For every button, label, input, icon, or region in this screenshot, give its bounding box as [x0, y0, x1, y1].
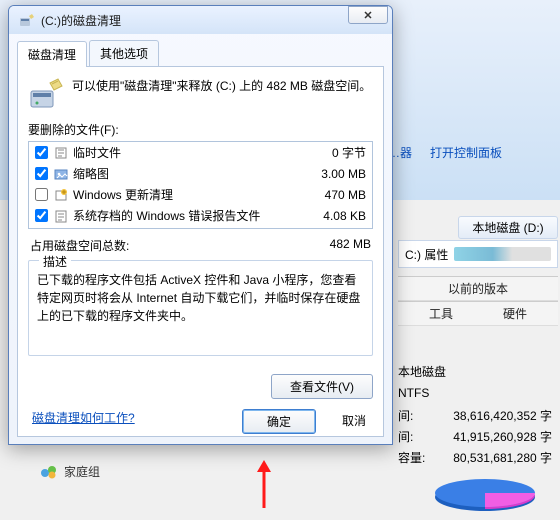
ok-button[interactable]: 确定: [242, 409, 316, 434]
homegroup-icon: [40, 462, 58, 480]
fs-value: NTFS: [390, 383, 560, 403]
view-files-button[interactable]: 查看文件(V): [271, 374, 373, 399]
total-value: 482 MB: [330, 237, 371, 254]
file-type-icon: [54, 188, 68, 202]
help-link[interactable]: 磁盘清理如何工作?: [32, 409, 135, 426]
stat-key: 容量:: [398, 449, 425, 466]
tab-tools[interactable]: 工具: [429, 305, 453, 322]
bg-link-control-panel[interactable]: 打开控制面板: [430, 144, 502, 161]
file-name: 临时文件: [73, 144, 296, 161]
disk-cleanup-dialog: (C:)的磁盘清理 ✕ 磁盘清理 其他选项 可以使用"磁盘清理"来释放 (C:)…: [8, 5, 393, 445]
intro-text: 可以使用"磁盘清理"来释放 (C:) 上的 482 MB 磁盘空间。: [72, 77, 371, 113]
file-type-icon: [54, 146, 68, 160]
file-name: 系统存档的 Windows 错误报告文件: [73, 207, 296, 224]
disk-big-icon: [28, 77, 64, 113]
file-size: 0 字节: [296, 144, 366, 161]
bg-tabs2: 工具 硬件: [398, 301, 558, 326]
props-label: C:) 属性: [405, 246, 448, 263]
file-checkbox[interactable]: [35, 209, 48, 222]
file-list[interactable]: 临时文件0 字节缩略图3.00 MBWindows 更新清理470 MB系统存档…: [28, 141, 373, 229]
bg-stats: 间:38,616,420,352 字间:41,915,260,928 字容量:8…: [390, 405, 560, 468]
cancel-button[interactable]: 取消: [334, 409, 374, 434]
stat-val: 41,915,260,928 字: [453, 428, 552, 445]
desc-body: 已下载的程序文件包括 ActiveX 控件和 Java 小程序，您查看特定网页时…: [37, 271, 364, 325]
file-size: 470 MB: [296, 188, 366, 202]
stat-row: 间: 41,915,260,928 字: [390, 426, 560, 447]
delete-files-label: 要删除的文件(F):: [28, 121, 373, 138]
stat-row: 间: 38,616,420,352 字: [390, 405, 560, 426]
local-disk-header: 本地磁盘 (D:): [458, 216, 558, 239]
file-checkbox[interactable]: [35, 188, 48, 201]
homegroup-label[interactable]: 家庭组: [64, 463, 100, 480]
total-label: 占用磁盘空间总数:: [30, 237, 129, 254]
titlebar[interactable]: (C:)的磁盘清理 ✕: [9, 6, 392, 34]
dialog-title: (C:)的磁盘清理: [41, 12, 386, 29]
prev-versions-tab[interactable]: 以前的版本: [448, 280, 508, 297]
file-row[interactable]: 缩略图3.00 MB: [29, 163, 372, 184]
file-checkbox[interactable]: [35, 146, 48, 159]
properties-box: C:) 属性: [398, 240, 558, 268]
tab-disk-cleanup[interactable]: 磁盘清理: [17, 41, 87, 67]
stat-row: 容量: 80,531,681,280 字: [390, 447, 560, 468]
tab-hardware[interactable]: 硬件: [503, 305, 527, 322]
file-checkbox[interactable]: [35, 167, 48, 180]
close-button[interactable]: ✕: [348, 6, 388, 24]
desc-legend: 描述: [39, 253, 71, 271]
file-type-icon: [54, 209, 68, 223]
file-name: Windows 更新清理: [73, 186, 296, 203]
file-row[interactable]: 临时文件0 字节: [29, 142, 372, 163]
stat-key: 间:: [398, 407, 413, 424]
file-size: 3.00 MB: [296, 167, 366, 181]
file-row[interactable]: 系统存档的 Windows 错误报告文件4.08 KB: [29, 205, 372, 226]
tab-other-options[interactable]: 其他选项: [89, 40, 159, 66]
fs-type-label: 本地磁盘: [390, 360, 560, 383]
disk-cleanup-icon: [19, 12, 35, 28]
stat-val: 38,616,420,352 字: [453, 407, 552, 424]
file-type-icon: [54, 167, 68, 181]
stat-val: 80,531,681,280 字: [453, 449, 552, 466]
pie-chart: [430, 475, 540, 515]
file-size: 4.08 KB: [296, 209, 366, 223]
file-name: 缩略图: [73, 165, 296, 182]
stat-key: 间:: [398, 428, 413, 445]
props-smear: [454, 247, 551, 261]
file-row[interactable]: Windows 更新清理470 MB: [29, 184, 372, 205]
